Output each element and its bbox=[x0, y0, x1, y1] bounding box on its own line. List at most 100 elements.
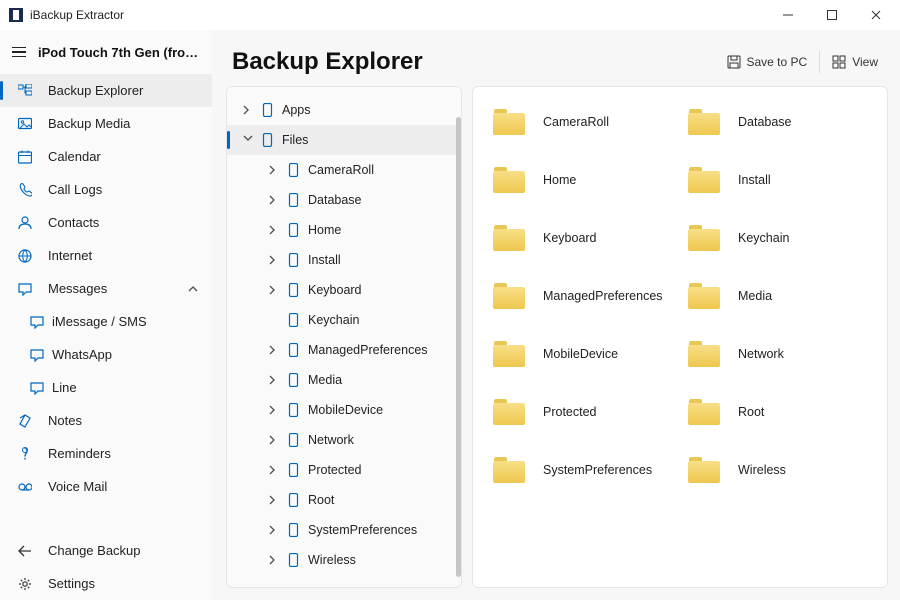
folder-item-keyboard[interactable]: Keyboard bbox=[493, 225, 672, 251]
window-close-button[interactable] bbox=[854, 0, 898, 30]
sidebar-item-messages[interactable]: Messages bbox=[0, 272, 212, 305]
sidebar-subitem-imessage-sms[interactable]: iMessage / SMS bbox=[0, 305, 212, 338]
tree-item-network[interactable]: Network bbox=[227, 425, 461, 455]
tree-item-home[interactable]: Home bbox=[227, 215, 461, 245]
tree-item-mobiledevice[interactable]: MobileDevice bbox=[227, 395, 461, 425]
tree-item-protected[interactable]: Protected bbox=[227, 455, 461, 485]
save-to-pc-button[interactable]: Save to PC bbox=[717, 49, 818, 75]
tree-item-label: Keyboard bbox=[308, 283, 362, 297]
chevron-right-icon[interactable] bbox=[267, 525, 281, 535]
sidebar-item-contacts[interactable]: Contacts bbox=[0, 206, 212, 239]
folder-item-install[interactable]: Install bbox=[688, 167, 867, 193]
device-icon bbox=[261, 133, 274, 147]
folder-item-managedpreferences[interactable]: ManagedPreferences bbox=[493, 283, 672, 309]
sidebar-item-label: Line bbox=[52, 380, 77, 395]
sidebar-subitem-line[interactable]: Line bbox=[0, 371, 212, 404]
folder-icon bbox=[493, 225, 525, 251]
sidebar-item-reminders[interactable]: Reminders bbox=[0, 437, 212, 470]
chevron-right-icon[interactable] bbox=[267, 495, 281, 505]
sidebar-item-backup-media[interactable]: Backup Media bbox=[0, 107, 212, 140]
note-icon bbox=[18, 414, 32, 428]
folder-item-protected[interactable]: Protected bbox=[493, 399, 672, 425]
folder-icon bbox=[493, 399, 525, 425]
folder-label: Wireless bbox=[738, 463, 786, 477]
tree-item-keychain[interactable]: Keychain bbox=[227, 305, 461, 335]
tree-item-cameraroll[interactable]: CameraRoll bbox=[227, 155, 461, 185]
device-header[interactable]: iPod Touch 7th Gen (from To… bbox=[0, 30, 212, 74]
user-icon bbox=[18, 216, 32, 230]
sidebar-item-call-logs[interactable]: Call Logs bbox=[0, 173, 212, 206]
sidebar-item-label: iMessage / SMS bbox=[52, 314, 147, 329]
sidebar-item-backup-explorer[interactable]: Backup Explorer bbox=[0, 74, 212, 107]
device-icon bbox=[287, 313, 300, 327]
device-icon bbox=[287, 283, 300, 297]
tree-item-systempreferences[interactable]: SystemPreferences bbox=[227, 515, 461, 545]
hamburger-icon[interactable] bbox=[12, 47, 26, 58]
folder-item-network[interactable]: Network bbox=[688, 341, 867, 367]
note-icon bbox=[16, 414, 34, 428]
chevron-icon bbox=[269, 525, 279, 535]
tree-item-install[interactable]: Install bbox=[227, 245, 461, 275]
sidebar-item-internet[interactable]: Internet bbox=[0, 239, 212, 272]
tree-item-keyboard[interactable]: Keyboard bbox=[227, 275, 461, 305]
chevron-right-icon[interactable] bbox=[267, 195, 281, 205]
tree-item-files[interactable]: Files bbox=[227, 125, 461, 155]
sidebar-item-change-backup[interactable]: Change Backup bbox=[0, 534, 212, 567]
chevron-right-icon[interactable] bbox=[267, 225, 281, 235]
chevron-right-icon[interactable] bbox=[267, 165, 281, 175]
chevron-right-icon[interactable] bbox=[267, 555, 281, 565]
message-icon bbox=[18, 282, 32, 296]
tree-item-label: Keychain bbox=[308, 313, 359, 327]
window-maximize-button[interactable] bbox=[810, 0, 854, 30]
folder-item-root[interactable]: Root bbox=[688, 399, 867, 425]
tree-item-database[interactable]: Database bbox=[227, 185, 461, 215]
tree-item-label: MobileDevice bbox=[308, 403, 383, 417]
tree-item-label: SystemPreferences bbox=[308, 523, 417, 537]
chevron-down-icon[interactable] bbox=[241, 135, 255, 145]
chevron-right-icon[interactable] bbox=[241, 105, 255, 115]
tree-item-label: Root bbox=[308, 493, 334, 507]
tree-item-managedpreferences[interactable]: ManagedPreferences bbox=[227, 335, 461, 365]
chevron-right-icon[interactable] bbox=[267, 345, 281, 355]
tree-item-wireless[interactable]: Wireless bbox=[227, 545, 461, 575]
device-label: iPod Touch 7th Gen (from To… bbox=[38, 45, 200, 60]
page-title: Backup Explorer bbox=[232, 48, 717, 76]
sidebar-subitem-whatsapp[interactable]: WhatsApp bbox=[0, 338, 212, 371]
tree-item-apps[interactable]: Apps bbox=[227, 95, 461, 125]
folder-item-database[interactable]: Database bbox=[688, 109, 867, 135]
chevron-right-icon[interactable] bbox=[267, 435, 281, 445]
folder-icon bbox=[688, 283, 720, 309]
voicemail-icon bbox=[18, 480, 32, 494]
folder-item-wireless[interactable]: Wireless bbox=[688, 457, 867, 483]
chevron-right-icon[interactable] bbox=[267, 375, 281, 385]
chevron-right-icon[interactable] bbox=[267, 285, 281, 295]
device-icon bbox=[287, 493, 300, 507]
folder-label: Keychain bbox=[738, 231, 789, 245]
folder-item-keychain[interactable]: Keychain bbox=[688, 225, 867, 251]
device-icon bbox=[287, 283, 300, 297]
sidebar-item-notes[interactable]: Notes bbox=[0, 404, 212, 437]
folder-item-systempreferences[interactable]: SystemPreferences bbox=[493, 457, 672, 483]
sidebar-item-voice-mail[interactable]: Voice Mail bbox=[0, 470, 212, 503]
tree-scrollbar[interactable] bbox=[456, 117, 461, 577]
chevron-right-icon[interactable] bbox=[267, 465, 281, 475]
chevron-right-icon[interactable] bbox=[267, 255, 281, 265]
chevron-right-icon[interactable] bbox=[267, 405, 281, 415]
view-button[interactable]: View bbox=[822, 49, 888, 75]
message-icon bbox=[30, 315, 44, 329]
device-icon bbox=[287, 253, 300, 267]
window-minimize-button[interactable] bbox=[766, 0, 810, 30]
sidebar-item-calendar[interactable]: Calendar bbox=[0, 140, 212, 173]
reminder-icon bbox=[18, 447, 32, 461]
folder-item-mobiledevice[interactable]: MobileDevice bbox=[493, 341, 672, 367]
tree-item-root[interactable]: Root bbox=[227, 485, 461, 515]
folder-item-cameraroll[interactable]: CameraRoll bbox=[493, 109, 672, 135]
device-icon bbox=[287, 223, 300, 237]
folder-icon bbox=[493, 283, 525, 309]
folder-item-home[interactable]: Home bbox=[493, 167, 672, 193]
chevron-up-icon bbox=[188, 286, 198, 292]
tree-item-media[interactable]: Media bbox=[227, 365, 461, 395]
folder-item-media[interactable]: Media bbox=[688, 283, 867, 309]
message-icon bbox=[30, 348, 44, 362]
sidebar-item-settings[interactable]: Settings bbox=[0, 567, 212, 600]
